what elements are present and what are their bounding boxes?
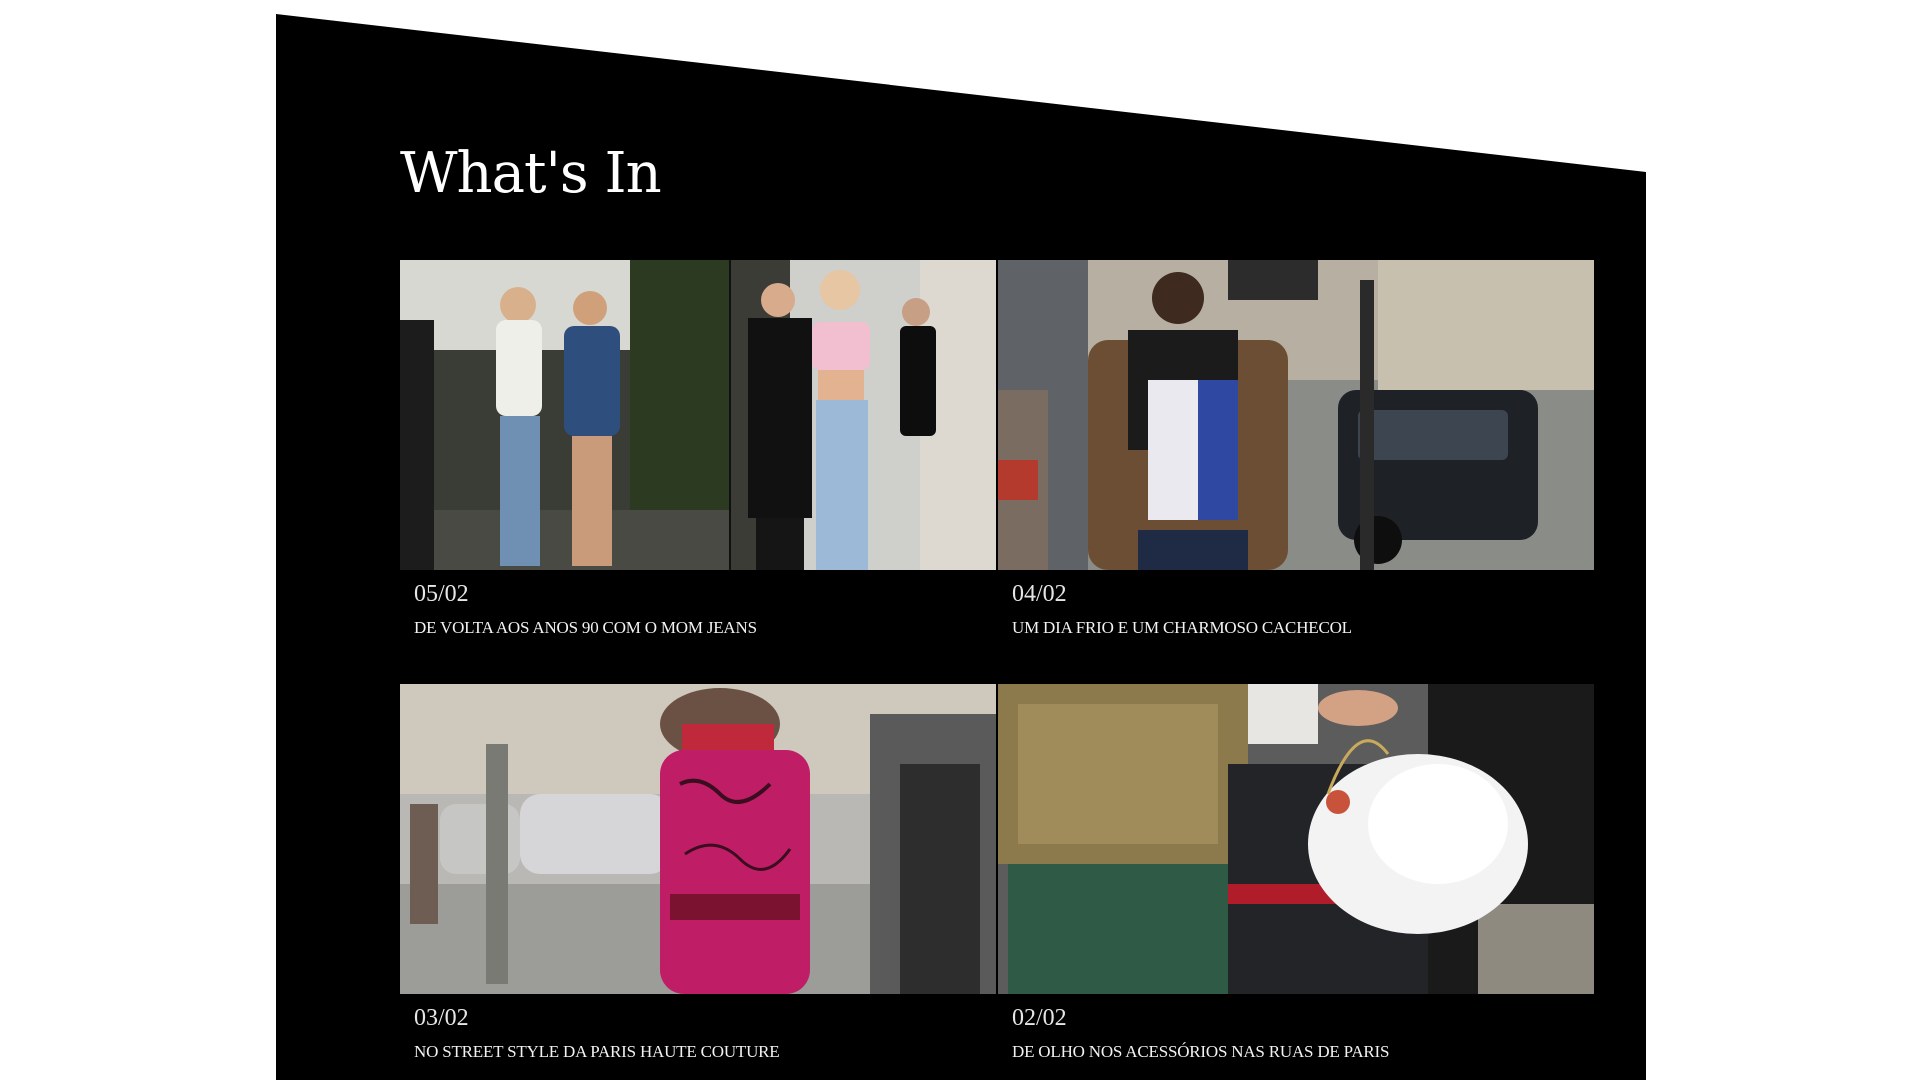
post-image[interactable] [998, 684, 1594, 994]
page: What's In 05/02 DE VOLTA AOS ANOS 90 COM… [0, 0, 1920, 1080]
post-image[interactable] [400, 260, 996, 570]
post-image[interactable] [400, 684, 996, 994]
section-title: What's In [400, 141, 662, 206]
post-image[interactable] [998, 260, 1594, 570]
post-card[interactable]: 02/02 DE OLHO NOS ACESSÓRIOS NAS RUAS DE… [998, 684, 1594, 1061]
post-title-link[interactable]: DE OLHO NOS ACESSÓRIOS NAS RUAS DE PARIS [1012, 1042, 1389, 1062]
post-card[interactable]: 03/02 NO STREET STYLE DA PARIS HAUTE COU… [400, 684, 996, 1061]
post-date: 05/02 [414, 581, 469, 607]
post-card[interactable]: 05/02 DE VOLTA AOS ANOS 90 COM O MOM JEA… [400, 260, 996, 637]
post-title-link[interactable]: UM DIA FRIO E UM CHARMOSO CACHECOL [1012, 618, 1352, 638]
post-title-link[interactable]: NO STREET STYLE DA PARIS HAUTE COUTURE [414, 1042, 780, 1062]
post-date: 04/02 [1012, 581, 1067, 607]
post-date: 03/02 [414, 1005, 469, 1031]
post-title-link[interactable]: DE VOLTA AOS ANOS 90 COM O MOM JEANS [414, 618, 757, 638]
post-date: 02/02 [1012, 1005, 1067, 1031]
post-card[interactable]: 04/02 UM DIA FRIO E UM CHARMOSO CACHECOL [998, 260, 1594, 637]
